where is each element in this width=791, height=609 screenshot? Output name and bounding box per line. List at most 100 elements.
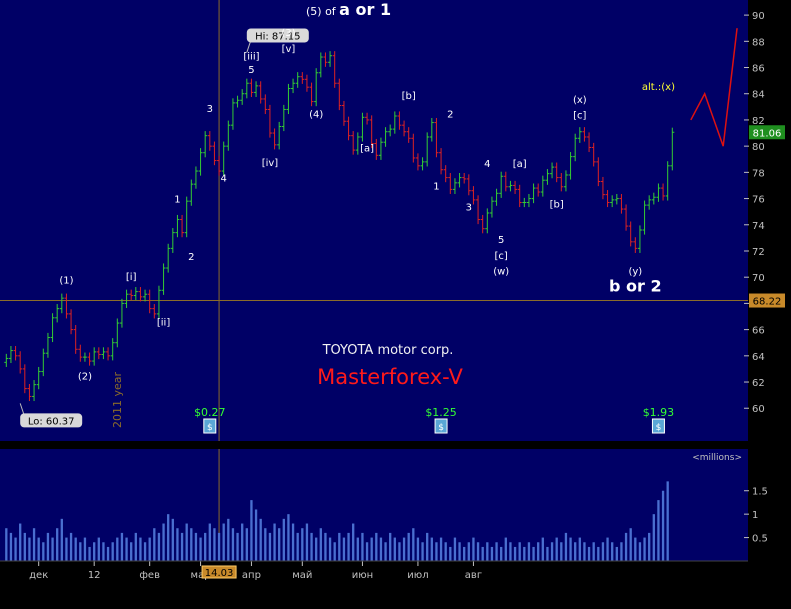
volume-bar	[315, 537, 318, 561]
volume-bar	[130, 542, 133, 561]
price-tag-label: 81.06	[753, 128, 782, 139]
price-tick-label: 66	[752, 326, 765, 337]
volume-bar	[476, 542, 480, 561]
volume-bar	[167, 514, 170, 561]
volume-bar	[273, 523, 276, 561]
price-tick-label: 62	[752, 378, 765, 389]
watermark-company: TOYOTA motor corp.	[322, 343, 454, 358]
volume-bar	[199, 537, 202, 561]
wave-label: [v]	[282, 44, 296, 55]
price-tick-label: 90	[752, 11, 765, 22]
price-tick-label: 78	[752, 168, 765, 179]
volume-bar	[134, 532, 137, 561]
wave-label: 2	[447, 109, 453, 120]
volume-bar	[518, 542, 521, 561]
volume-bar	[231, 528, 235, 561]
volume-bar	[398, 542, 401, 561]
big-wave-main: b or 2	[609, 277, 662, 296]
volume-bar	[393, 537, 396, 561]
volume-bar	[583, 542, 586, 561]
volume-bar	[481, 546, 484, 561]
volume-bar	[453, 537, 457, 561]
dividend-label: $0.27	[194, 406, 226, 419]
volume-bar	[278, 528, 281, 561]
volume-bar	[412, 528, 415, 561]
volume-bar	[23, 532, 26, 561]
wave-label: 3	[207, 104, 213, 115]
volume-bar	[171, 518, 174, 561]
volume-bar	[550, 542, 554, 561]
volume-bar	[88, 546, 91, 561]
volume-unit-label: <millions>	[692, 453, 742, 463]
date-tick-label: фев	[139, 570, 160, 581]
wave-label: 5	[498, 235, 504, 246]
volume-bar	[513, 546, 517, 561]
wave-label: 5	[248, 65, 254, 76]
date-tick-label: май	[292, 570, 312, 581]
volume-bar	[620, 542, 623, 561]
volume-bar	[180, 532, 184, 561]
volume-bar	[65, 537, 68, 561]
volume-bar	[532, 546, 535, 561]
date-tick-label: июл	[407, 570, 428, 581]
volume-bar	[139, 537, 142, 561]
volume-bar	[407, 532, 410, 561]
wave-label: 1	[433, 181, 439, 192]
price-tag-label: 68.22	[753, 297, 782, 308]
wave-label: [a]	[360, 143, 374, 154]
volume-bar	[402, 537, 406, 561]
wave-label: [iii]	[243, 52, 259, 63]
volume-bar	[319, 528, 322, 561]
alt-wave-label: alt.:(x)	[642, 82, 675, 93]
price-tick-label: 72	[752, 247, 765, 258]
volume-bar	[102, 542, 105, 561]
wave-label: [b]	[402, 91, 416, 102]
wave-label: [i]	[126, 272, 137, 283]
volume-bar	[324, 532, 327, 561]
volume-bar	[227, 518, 230, 561]
price-tick-label: 80	[752, 142, 765, 153]
wave-label: [c]	[573, 111, 586, 122]
big-wave-main: a or 1	[339, 0, 391, 19]
volume-bar	[500, 546, 503, 561]
chart-svg[interactable]: Lo: 60.37Hi: 87.15(1)(2)[i][ii]1234[iii]…	[0, 0, 791, 605]
volume-bar	[430, 537, 433, 561]
volume-bar	[564, 532, 568, 561]
volume-bar	[629, 528, 632, 561]
volume-bar	[83, 537, 87, 561]
wave-label: 2	[188, 252, 194, 263]
volume-bar	[245, 528, 248, 561]
volume-bar	[569, 537, 572, 561]
big-wave-label: b or 2	[609, 277, 662, 296]
year-label: 2011 year	[111, 371, 124, 428]
volume-bar	[148, 537, 151, 561]
wave-label: 4	[221, 174, 227, 185]
price-tick-label: 74	[752, 221, 765, 232]
dividend-icon-glyph: $	[656, 423, 662, 433]
volume-bar	[615, 546, 618, 561]
date-tick-label: июн	[352, 570, 373, 581]
wave-label: (4)	[309, 109, 323, 120]
volume-bar	[375, 532, 378, 561]
volume-bar	[162, 523, 165, 561]
volume-bar	[250, 500, 253, 561]
volume-bar	[611, 542, 614, 561]
volume-bar	[601, 542, 605, 561]
volume-bar	[578, 537, 581, 561]
volume-bar	[439, 537, 443, 561]
volume-bar	[592, 542, 595, 561]
volume-bar	[296, 532, 299, 561]
volume-bar	[241, 523, 244, 561]
wave-label: (2)	[78, 371, 92, 382]
volume-bar	[185, 523, 188, 561]
price-tick-label: 64	[752, 352, 765, 363]
volume-bar	[356, 537, 359, 561]
volume-bar	[9, 532, 13, 561]
volume-bar	[74, 537, 77, 561]
callout-label: Lo: 60.37	[28, 416, 75, 427]
wave-label: (x)	[573, 95, 587, 106]
price-chart[interactable]: Lo: 60.37 Hi: 87.15 (1) (2) [i] [ii] 1 2 3 4 [iii]…	[0, 0, 791, 605]
date-tick-label: дек	[29, 570, 48, 581]
volume-bar	[643, 537, 646, 561]
volume-bar	[291, 523, 295, 561]
